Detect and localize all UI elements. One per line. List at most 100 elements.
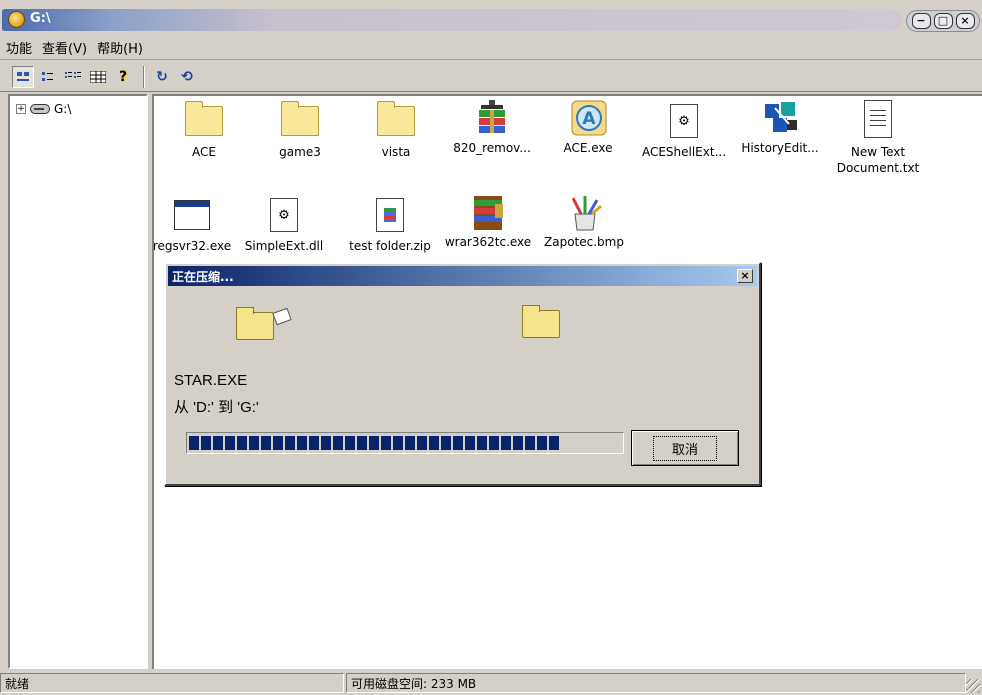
dialog-title: 正在压缩...	[172, 269, 234, 284]
progress-block	[393, 436, 403, 450]
text-file-icon	[864, 100, 892, 138]
free-space-text: 可用磁盘空间: 233 MB	[346, 673, 966, 693]
file-label: 820_remov...	[453, 141, 531, 155]
progress-block	[429, 436, 439, 450]
archive-icon	[475, 100, 509, 134]
zip-file-icon	[376, 198, 404, 232]
progress-block	[501, 436, 511, 450]
progress-block	[273, 436, 283, 450]
tree-node-drive[interactable]: + G:\	[16, 102, 71, 116]
file-item[interactable]: Zapotec.bmp	[536, 194, 632, 250]
progress-block	[345, 436, 355, 450]
progress-block	[321, 436, 331, 450]
menu-view[interactable]: 查看(V)	[42, 38, 87, 57]
list-view-icon[interactable]	[62, 66, 84, 88]
file-item[interactable]: game3	[252, 101, 348, 160]
progress-block	[477, 436, 487, 450]
progress-block	[489, 436, 499, 450]
file-item[interactable]: ⚙ SimpleExt.dll	[236, 198, 332, 254]
file-label: game3	[279, 145, 321, 159]
file-label: vista	[381, 145, 411, 159]
details-view-icon[interactable]	[87, 66, 109, 88]
minimize-button[interactable]: −	[911, 13, 931, 29]
progress-block	[237, 436, 247, 450]
resize-grip[interactable]	[966, 679, 980, 693]
drive-icon	[30, 104, 50, 114]
copy-path: 从 'D:' 到 'G:'	[174, 399, 259, 416]
dll-icon: ⚙	[270, 198, 298, 232]
progress-block	[441, 436, 451, 450]
menu-function[interactable]: 功能	[6, 38, 32, 57]
menu-help[interactable]: 帮助(H)	[97, 38, 143, 57]
progress-block	[213, 436, 223, 450]
folder-tree[interactable]: + G:\	[8, 94, 148, 669]
file-item[interactable]: test folder.zip	[342, 198, 438, 254]
file-item[interactable]: HistoryEdit...	[732, 100, 828, 156]
progress-block	[405, 436, 415, 450]
title-bar[interactable]: G:\ − □ ×	[0, 0, 982, 34]
sync-icon[interactable]: ⟲	[176, 66, 198, 88]
svg-text:A: A	[582, 109, 596, 129]
file-label: SimpleExt.dll	[244, 239, 324, 253]
title-bar-strip	[2, 9, 902, 31]
progress-block	[357, 436, 367, 450]
folder-icon	[377, 101, 415, 136]
file-item[interactable]: regsvr32.exe	[144, 198, 240, 254]
flying-paper-icon	[272, 307, 292, 326]
progress-block	[465, 436, 475, 450]
status-bar: 就绪 可用磁盘空间: 233 MB	[0, 673, 982, 695]
window-controls: − □ ×	[906, 10, 980, 32]
file-label: ACE	[192, 145, 216, 159]
small-icons-icon[interactable]	[37, 66, 59, 88]
file-label: ACE.exe	[563, 141, 613, 155]
refresh-icon[interactable]: ↻	[151, 66, 173, 88]
expand-icon[interactable]: +	[16, 104, 26, 114]
file-item[interactable]: ⚙ ACEShellExt...	[636, 104, 732, 160]
status-text: 就绪	[0, 673, 344, 693]
progress-block	[525, 436, 535, 450]
dialog-close-button[interactable]: ×	[737, 269, 753, 283]
ace-app-icon: A	[571, 100, 607, 136]
file-item[interactable]: 820_remov...	[444, 100, 540, 156]
application-window-icon	[174, 200, 210, 230]
maximize-button[interactable]: □	[933, 13, 953, 29]
progress-block	[417, 436, 427, 450]
file-item[interactable]: vista	[348, 101, 444, 160]
app-icon[interactable]	[8, 11, 25, 28]
progress-block	[189, 436, 199, 450]
close-button[interactable]: ×	[955, 13, 975, 29]
progress-block	[549, 436, 559, 450]
dialog-title-bar[interactable]: 正在压缩... ×	[168, 266, 757, 286]
progress-fill	[189, 436, 561, 450]
progress-block	[513, 436, 523, 450]
toolbar: ? ↻ ⟲	[0, 62, 982, 92]
file-label: ACEShellExt...	[641, 145, 727, 159]
file-item[interactable]: wrar362tc.exe	[440, 194, 536, 250]
file-item[interactable]: A ACE.exe	[540, 100, 636, 156]
progress-block	[537, 436, 547, 450]
winrar-icon	[471, 194, 505, 230]
progress-block	[369, 436, 379, 450]
toolbar-separator	[143, 65, 145, 88]
help-icon[interactable]: ?	[112, 66, 134, 88]
progress-block	[309, 436, 319, 450]
progress-block	[381, 436, 391, 450]
source-folder-icon	[236, 307, 274, 340]
destination-folder-icon	[522, 305, 560, 338]
large-icons-icon[interactable]	[12, 65, 34, 88]
folder-icon	[281, 101, 319, 136]
progress-block	[261, 436, 271, 450]
file-item[interactable]: New Text Document.txt	[830, 100, 926, 176]
compress-dialog[interactable]: 正在压缩... × STAR.EXE 从 'D:' 到 'G:' 取消	[164, 262, 761, 486]
file-label: Zapotec.bmp	[544, 235, 624, 249]
dll-icon: ⚙	[670, 104, 698, 138]
file-label: wrar362tc.exe	[444, 235, 532, 249]
progress-bar	[186, 432, 624, 454]
file-item[interactable]: ACE	[156, 101, 252, 160]
cancel-button[interactable]: 取消	[631, 430, 739, 466]
file-label: test folder.zip	[349, 239, 431, 253]
progress-block	[297, 436, 307, 450]
paint-icon	[567, 194, 602, 231]
progress-block	[285, 436, 295, 450]
tree-node-label: G:\	[54, 102, 72, 116]
